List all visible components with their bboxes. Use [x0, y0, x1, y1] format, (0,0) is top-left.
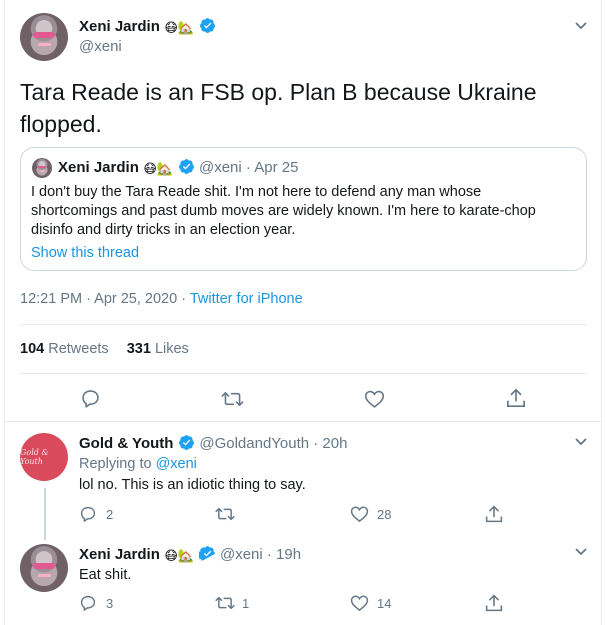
quoted-avatar — [32, 158, 52, 178]
reply-1-replies-count: 2 — [106, 507, 114, 522]
divider — [4, 421, 602, 422]
retweet-icon[interactable] — [221, 389, 244, 409]
reply-2-text: Eat shit. — [79, 567, 132, 583]
share-icon[interactable] — [506, 387, 526, 409]
source-link[interactable]: Twitter for iPhone — [190, 291, 303, 307]
reply-icon[interactable] — [79, 505, 97, 523]
verified-badge-icon — [178, 435, 194, 450]
retweet-icon[interactable] — [215, 594, 235, 612]
reply-1-handle-time[interactable]: @GoldandYouth · 20h — [199, 435, 347, 452]
reply-2-replies-count: 3 — [106, 596, 114, 611]
reply-2-retweets-count: 1 — [242, 596, 250, 611]
engagement-stats: 104 Retweets 331 Likes — [20, 341, 189, 357]
quoted-text-line-3: disinfo and dirty tricks in an election … — [31, 222, 296, 238]
house-emoji-icon: 🏡 — [177, 548, 195, 563]
avatar-xeni[interactable] — [20, 544, 68, 592]
author-handle[interactable]: @xeni — [79, 38, 122, 55]
mask-emoji-icon: 😷 — [164, 20, 178, 35]
share-icon[interactable] — [485, 504, 503, 524]
retweets-stat[interactable]: 104 Retweets — [20, 341, 109, 357]
tweet-text-line-2: flopped. — [20, 111, 102, 137]
chevron-down-icon[interactable] — [574, 547, 588, 557]
timestamp-text[interactable]: 12:21 PM · Apr 25, 2020 · — [20, 291, 190, 307]
reply-2-handle-time[interactable]: @xeni · 19h — [220, 546, 301, 563]
likes-count: 331 — [126, 341, 151, 357]
likes-stat[interactable]: 331 Likes — [127, 341, 189, 357]
show-thread-link[interactable]: Show this thread — [31, 245, 139, 261]
avatar-xeni[interactable] — [20, 13, 68, 61]
like-icon[interactable] — [350, 594, 369, 612]
replying-to: Replying to @xeni — [79, 456, 197, 472]
reply-2-author: Xeni Jardin 😷🏡 @xeni · 19h — [79, 545, 301, 564]
chevron-down-icon[interactable] — [574, 21, 588, 31]
retweet-icon[interactable] — [215, 505, 235, 523]
quoted-author: Xeni Jardin 😷🏡 @xeni · Apr 25 — [58, 158, 298, 177]
mask-emoji-icon: 😷 — [164, 548, 178, 563]
verified-badge-icon — [199, 18, 215, 33]
reply-2-likes-count: 14 — [377, 596, 392, 611]
like-icon[interactable] — [350, 505, 369, 523]
tweet-author[interactable]: Xeni Jardin 😷🏡 — [79, 17, 216, 36]
house-emoji-icon: 🏡 — [156, 161, 174, 176]
likes-label: Likes — [154, 341, 189, 357]
verified-badge-icon — [178, 159, 194, 174]
divider — [20, 373, 587, 374]
thread-line — [44, 488, 46, 540]
reply-icon[interactable] — [80, 388, 101, 409]
retweets-label: Retweets — [48, 341, 109, 357]
house-emoji-icon: 🏡 — [177, 20, 195, 35]
quoted-author-name: Xeni Jardin — [58, 159, 139, 176]
author-name[interactable]: Xeni Jardin — [79, 18, 160, 35]
quoted-handle-date: @xeni · Apr 25 — [198, 159, 299, 176]
tweet-timestamp: 12:21 PM · Apr 25, 2020 · Twitter for iP… — [20, 291, 303, 307]
like-icon[interactable] — [364, 389, 385, 409]
replying-to-handle[interactable]: @xeni — [156, 456, 197, 472]
share-icon[interactable] — [485, 593, 503, 613]
avatar-gold-youth[interactable]: Gold & Youth — [20, 433, 68, 481]
reply-1-author: Gold & Youth @GoldandYouth · 20h — [79, 434, 347, 453]
verified-badge-icon — [198, 546, 215, 561]
tweet-text-line-1: Tara Reade is an FSB op. Plan B because … — [20, 79, 537, 105]
reply-1-text: lol no. This is an idiotic thing to say. — [79, 477, 306, 493]
reply-1-author-name[interactable]: Gold & Youth — [79, 435, 173, 452]
chevron-down-icon[interactable] — [574, 437, 588, 447]
avatar-logo-text: Gold & Youth — [20, 448, 49, 466]
divider — [20, 324, 587, 325]
quoted-text-line-2: shortcomings and past dumb moves are wid… — [31, 203, 536, 219]
quoted-text-line-1: I don't buy the Tara Reade shit. I'm not… — [31, 184, 482, 200]
mask-emoji-icon: 😷 — [143, 161, 157, 176]
reply-icon[interactable] — [79, 594, 97, 612]
retweets-count: 104 — [20, 341, 45, 357]
reply-2-author-name[interactable]: Xeni Jardin — [79, 546, 160, 563]
reply-1-likes-count: 28 — [377, 507, 392, 522]
replying-to-label: Replying to — [79, 456, 156, 472]
